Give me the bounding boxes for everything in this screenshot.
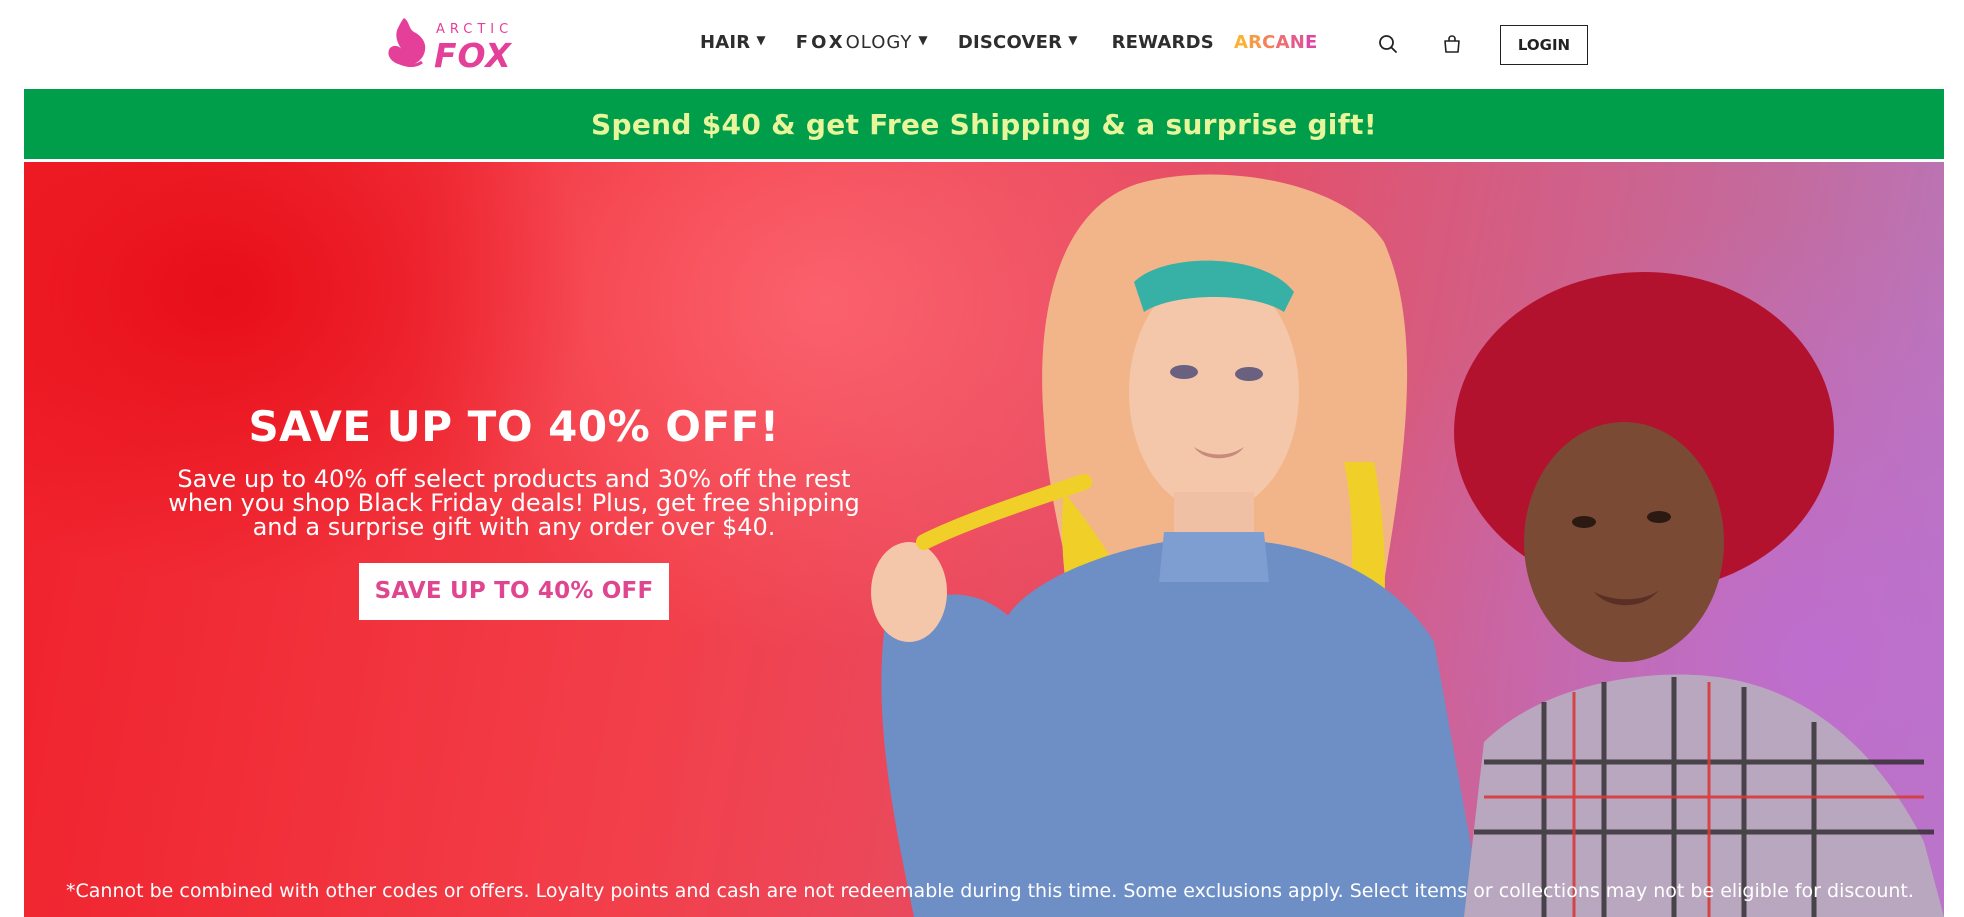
arcane-letter: A	[1275, 31, 1290, 53]
hero-content: SAVE UP TO 40% OFF! Save up to 40% off s…	[124, 402, 904, 620]
hero-body: Save up to 40% off select products and 3…	[168, 465, 860, 541]
nav-discover-label: DISCOVER	[957, 31, 1063, 53]
hero-disclaimer: *Cannot be combined with other codes or …	[66, 880, 1914, 902]
hero-banner: SAVE UP TO 40% OFF! Save up to 40% off s…	[24, 162, 1944, 917]
promo-text: Spend $40 & get Free Shipping & a surpri…	[591, 107, 1377, 141]
login-button[interactable]: LOGIN	[1500, 25, 1588, 65]
cart-button[interactable]	[1438, 30, 1466, 58]
foxology-bold-text: FOX	[795, 31, 846, 53]
caret-down-icon: ▼	[756, 33, 766, 47]
search-button[interactable]	[1374, 30, 1402, 58]
shopping-bag-icon	[1444, 35, 1460, 53]
nav-discover[interactable]: DISCOVER ▼	[958, 32, 1078, 53]
logo-fox-text: FOX	[434, 36, 512, 75]
search-icon	[1379, 35, 1397, 53]
arcane-letter: R	[1248, 31, 1263, 53]
arcane-letter: E	[1304, 31, 1318, 53]
nav-rewards[interactable]: REWARDS	[1112, 32, 1214, 53]
nav-hair-label: HAIR	[700, 31, 751, 53]
nav-hair[interactable]: HAIR ▼	[700, 32, 766, 53]
hero-title: SAVE UP TO 40% OFF!	[248, 402, 780, 451]
arctic-fox-logo[interactable]: ARCTIC FOX	[384, 14, 534, 75]
nav-foxology-label: FOX OLOGY	[796, 32, 913, 53]
main-nav: HAIR ▼ FOX OLOGY ▼ DISCOVER ▼ REWARDS ARC…	[700, 0, 1347, 84]
nav-rewards-label: REWARDS	[1111, 31, 1214, 53]
nav-foxology[interactable]: FOX OLOGY ▼	[796, 32, 928, 53]
nav-arcane[interactable]: ARCANE	[1234, 32, 1318, 53]
caret-down-icon: ▼	[1068, 33, 1078, 47]
arcane-letter: A	[1233, 31, 1249, 53]
arcane-letter: C	[1262, 31, 1276, 53]
caret-down-icon: ▼	[918, 33, 928, 47]
fox-logo-icon	[388, 18, 426, 67]
logo-arctic-text: ARCTIC	[436, 22, 514, 37]
site-header: ARCTIC FOX HAIR ▼ FOX OLOGY ▼ DISCOVER ▼ …	[0, 0, 1964, 89]
arcane-letter: N	[1289, 31, 1305, 53]
promo-banner[interactable]: Spend $40 & get Free Shipping & a surpri…	[24, 89, 1944, 159]
foxology-light-text: OLOGY	[845, 31, 913, 53]
models-image	[871, 174, 1944, 917]
shop-sale-button[interactable]: SAVE UP TO 40% OFF	[359, 563, 669, 620]
